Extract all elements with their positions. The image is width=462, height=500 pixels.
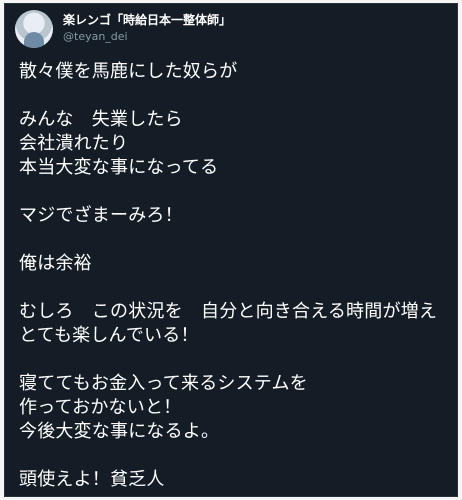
author-handle[interactable]: @teyan_dei [63,30,128,44]
tweet-card: 楽レンゴ「時給日本一整体師」 @teyan_dei 散々僕を馬鹿にした奴らが み… [4,3,458,497]
profile-photo-icon[interactable] [15,10,53,48]
tweet-header: 楽レンゴ「時給日本一整体師」 @teyan_dei [15,10,447,50]
author-name[interactable]: 楽レンゴ「時給日本一整体師」 [63,12,231,28]
tweet-text: 散々僕を馬鹿にした奴らが みんな 失業したら 会社潰れたり 本当大変な事になって… [19,61,438,490]
